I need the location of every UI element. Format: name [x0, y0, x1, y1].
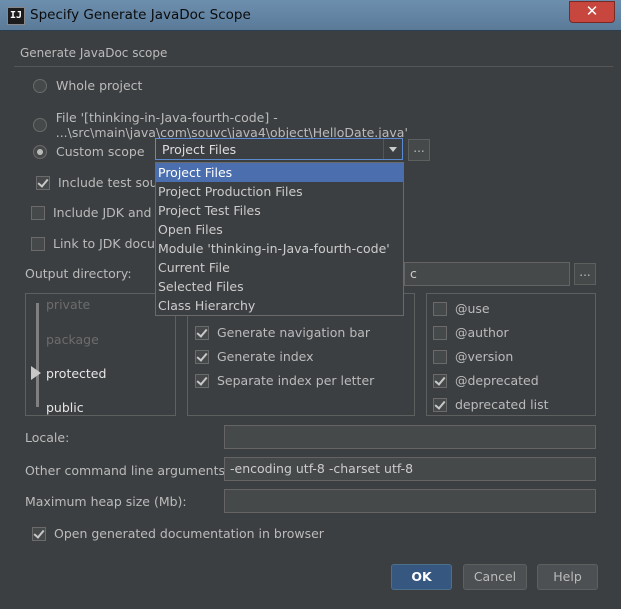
visibility-slider-track[interactable] — [36, 303, 39, 407]
tag-deprecated-label: @deprecated — [455, 373, 539, 388]
navigation-bar-label: Generate navigation bar — [217, 325, 371, 340]
link-jdk-checkbox[interactable] — [31, 236, 45, 251]
link-jdk-option[interactable]: Link to JDK docum — [31, 236, 167, 251]
level-package: package — [46, 332, 99, 347]
ok-button[interactable]: OK — [391, 564, 452, 590]
tag-deprecated-checkbox[interactable] — [433, 373, 447, 388]
title-bar: IJ Specify Generate JavaDoc Scope ✕ — [0, 0, 621, 31]
index-label: Generate index — [217, 349, 314, 364]
dropdown-item[interactable]: Project Test Files — [156, 201, 403, 220]
dropdown-item[interactable]: Current File — [156, 258, 403, 277]
custom-scope-label: Custom scope — [56, 144, 145, 159]
open-in-browser-checkbox[interactable] — [32, 526, 46, 541]
tag-author-label: @author — [455, 325, 509, 340]
open-in-browser-option[interactable]: Open generated documentation in browser — [32, 526, 324, 541]
scope-browse-button[interactable]: ... — [408, 139, 430, 161]
custom-scope-radio[interactable] — [33, 144, 47, 159]
chevron-down-icon[interactable] — [383, 139, 402, 159]
tag-version-option[interactable]: @version — [433, 349, 513, 364]
tag-use-option[interactable]: @use — [433, 301, 490, 316]
visibility-slider-thumb[interactable] — [31, 366, 41, 380]
file-radio[interactable] — [33, 118, 47, 132]
tag-author-option[interactable]: @author — [433, 325, 509, 340]
include-jdk-option[interactable]: Include JDK and li — [31, 205, 162, 220]
output-browse-button[interactable]: ... — [574, 263, 596, 285]
intellij-icon: IJ — [7, 7, 25, 25]
index-checkbox[interactable] — [195, 349, 209, 364]
whole-project-option[interactable]: Whole project — [33, 78, 142, 93]
index-option[interactable]: Generate index — [195, 349, 314, 364]
heap-size-label: Maximum heap size (Mb): — [25, 494, 187, 509]
file-label: File '[thinking-in-Java-fourth-code] - .… — [55, 110, 408, 140]
level-public: public — [46, 400, 84, 415]
output-directory-label: Output directory: — [25, 266, 132, 281]
dropdown-item[interactable]: Open Files — [156, 220, 403, 239]
separate-index-label: Separate index per letter — [217, 373, 375, 388]
tag-author-checkbox[interactable] — [433, 325, 447, 340]
close-button[interactable]: ✕ — [569, 1, 615, 23]
scope-dropdown-list[interactable]: Project Files Project Production Files P… — [155, 162, 404, 316]
locale-input[interactable] — [224, 425, 596, 449]
include-test-sources-option[interactable]: Include test sour — [36, 175, 163, 190]
level-private: private — [46, 297, 91, 312]
dropdown-item[interactable]: Module 'thinking-in-Java-fourth-code' — [156, 239, 403, 258]
scope-group-title: Generate JavaDoc scope — [20, 46, 168, 60]
tag-deprecated-list-checkbox[interactable] — [433, 397, 447, 412]
custom-scope-value: Project Files — [162, 142, 237, 157]
tag-version-checkbox[interactable] — [433, 349, 447, 364]
whole-project-label: Whole project — [56, 78, 143, 93]
custom-scope-option[interactable]: Custom scope — [33, 144, 145, 159]
include-jdk-label: Include JDK and li — [53, 205, 163, 220]
file-option[interactable]: File '[thinking-in-Java-fourth-code] - .… — [33, 110, 621, 140]
navigation-bar-checkbox[interactable] — [195, 325, 209, 340]
navigation-bar-option[interactable]: Generate navigation bar — [195, 325, 370, 340]
heap-size-input[interactable] — [224, 489, 596, 513]
include-test-sources-checkbox[interactable] — [36, 175, 50, 190]
level-protected: protected — [46, 366, 107, 381]
window-title: Specify Generate JavaDoc Scope — [30, 7, 251, 23]
tag-deprecated-list-label: deprecated list — [455, 397, 549, 412]
tag-version-label: @version — [455, 349, 514, 364]
output-directory-input[interactable]: c — [404, 262, 570, 286]
include-jdk-checkbox[interactable] — [31, 205, 45, 220]
tag-deprecated-option[interactable]: @deprecated — [433, 373, 539, 388]
tag-use-label: @use — [455, 301, 490, 316]
dropdown-item[interactable]: Selected Files — [156, 277, 403, 296]
separate-index-option[interactable]: Separate index per letter — [195, 373, 374, 388]
include-test-sources-label: Include test sour — [58, 175, 163, 190]
separate-index-checkbox[interactable] — [195, 373, 209, 388]
custom-scope-combo[interactable]: Project Files — [155, 138, 403, 160]
locale-label: Locale: — [25, 430, 70, 445]
dropdown-item[interactable]: Project Files — [156, 163, 403, 182]
cmd-args-label: Other command line arguments: — [25, 463, 230, 478]
cmd-args-input[interactable]: -encoding utf-8 -charset utf-8 — [224, 457, 596, 481]
tag-deprecated-list-option[interactable]: deprecated list — [433, 397, 549, 412]
dropdown-item[interactable]: Project Production Files — [156, 182, 403, 201]
link-jdk-label: Link to JDK docum — [53, 236, 168, 251]
open-in-browser-label: Open generated documentation in browser — [54, 526, 324, 541]
tag-use-checkbox[interactable] — [433, 301, 447, 316]
group-divider — [14, 66, 613, 67]
help-button[interactable]: Help — [537, 564, 598, 590]
cancel-button[interactable]: Cancel — [463, 564, 527, 590]
whole-project-radio[interactable] — [33, 78, 47, 93]
dropdown-item[interactable]: Class Hierarchy — [156, 296, 403, 315]
